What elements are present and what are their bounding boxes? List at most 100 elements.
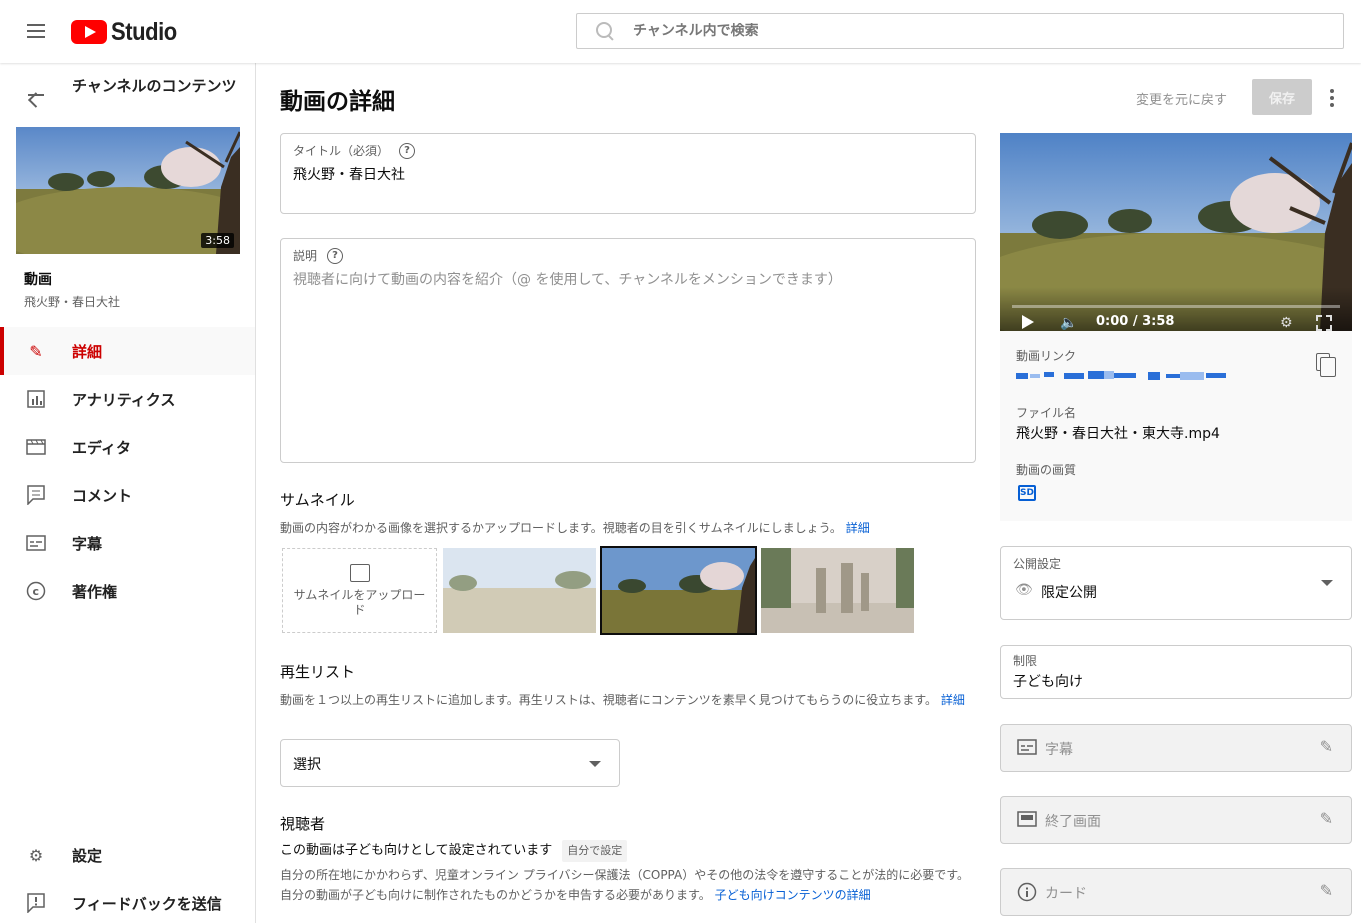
subtitles-icon [1017, 739, 1037, 759]
editor-icon [24, 435, 48, 459]
edit-pencil-icon[interactable]: ✎ [1320, 809, 1333, 828]
description-field-label: 説明? [293, 247, 344, 264]
sidebar-item-comments[interactable]: コメント [0, 471, 255, 519]
thumbnail-options: サムネイルをアップロード [282, 546, 920, 635]
search-bar[interactable] [576, 13, 1344, 49]
sidebar-item-details[interactable]: ✎ 詳細 [0, 327, 255, 375]
comment-icon [24, 483, 48, 507]
visibility-value: 限定公開 [1041, 585, 1097, 601]
page-title: 動画の詳細 [280, 89, 395, 115]
self-set-badge: 自分で設定 [562, 840, 628, 862]
volume-icon[interactable]: 🔈 [1060, 315, 1077, 331]
studio-logo[interactable]: Studio [71, 18, 186, 46]
thumbnail-learn-more-link[interactable]: 詳細 [846, 521, 870, 535]
playlist-section-title: 再生リスト [280, 663, 356, 681]
sidebar-item-subtitles[interactable]: 字幕 [0, 519, 255, 567]
visibility-select[interactable]: 公開設定 👁 限定公開 [1000, 546, 1352, 620]
sidebar-nav: ✎ 詳細 アナリティクス エディタ コメント 字幕 c 著作権 [0, 327, 255, 615]
edit-pencil-icon[interactable]: ✎ [1320, 881, 1333, 900]
svg-text:c: c [33, 585, 40, 598]
search-icon [595, 21, 615, 41]
thumbnail-option-2-selected[interactable] [600, 546, 757, 635]
playlist-learn-more-link[interactable]: 詳細 [941, 693, 965, 707]
playlist-select[interactable]: 選択 [280, 739, 620, 787]
sidebar-item-label: 詳細 [72, 342, 103, 361]
save-button[interactable]: 保存 [1252, 79, 1312, 115]
gear-icon: ⚙ [28, 845, 44, 865]
visibility-label: 公開設定 [1013, 557, 1062, 571]
time-display: 0:00 / 3:58 [1096, 314, 1175, 329]
video-thumbnail[interactable]: 3:58 [16, 127, 240, 254]
end-screen-label: 終了画面 [1045, 814, 1101, 830]
end-screen-card[interactable]: 終了画面 ✎ [1000, 796, 1352, 844]
playlist-section-desc: 動画を１つ以上の再生リストに追加します。再生リストは、視聴者にコンテンツを素早く… [280, 693, 965, 707]
channel-content-title[interactable]: チャンネルのコンテンツ [72, 77, 237, 95]
restriction-label: 制限 [1013, 654, 1038, 668]
top-bar: Studio [0, 0, 1361, 63]
sidebar-bottom-nav: ⚙ 設定 フィードバックを送信 [0, 831, 255, 923]
subtitles-label: 字幕 [1045, 742, 1073, 758]
restriction-value: 子ども向け [1013, 674, 1083, 690]
search-input[interactable] [633, 23, 1313, 39]
eye-icon: 👁 [1015, 582, 1033, 598]
sidebar-item-analytics[interactable]: アナリティクス [0, 375, 255, 423]
fullscreen-icon[interactable] [1316, 315, 1332, 331]
audience-section-title: 視聴者 [280, 815, 326, 833]
play-icon[interactable] [1022, 315, 1034, 329]
cards-label: カード [1045, 886, 1087, 902]
kids-content-link[interactable]: 子ども向けコンテンツの詳細 [715, 888, 871, 902]
sidebar-item-label: アナリティクス [72, 390, 176, 409]
thumbnail-option-3[interactable] [761, 548, 914, 633]
help-icon[interactable]: ? [399, 142, 416, 159]
restriction-field[interactable]: 制限 子ども向け [1000, 645, 1352, 699]
sidebar-item-editor[interactable]: エディタ [0, 423, 255, 471]
thumbnail-image [443, 548, 596, 633]
video-label: 動画 [24, 272, 52, 288]
audience-status: この動画は子ども向けとして設定されています 自分で設定 [280, 840, 976, 862]
duration-badge: 3:58 [201, 233, 234, 248]
end-screen-icon [1017, 811, 1037, 831]
help-icon[interactable]: ? [327, 247, 344, 264]
file-name-label: ファイル名 [1016, 406, 1077, 420]
player-settings-icon[interactable]: ⚙ [1280, 315, 1293, 331]
undo-button[interactable]: 変更を元に戻す [1136, 89, 1227, 108]
sidebar-item-copyright[interactable]: c 著作権 [0, 567, 255, 615]
chevron-down-icon [1321, 580, 1333, 586]
title-input[interactable]: 飛火野・春日大社 [293, 164, 405, 184]
menu-icon[interactable] [24, 20, 48, 44]
upload-thumbnail-button[interactable]: サムネイルをアップロード [282, 548, 437, 633]
description-field[interactable]: 説明? 視聴者に向けて動画の内容を紹介（@ を使用して、チャンネルをメンションで… [280, 238, 976, 463]
pencil-icon: ✎ [29, 341, 43, 361]
thumbnail-section-title: サムネイル [280, 491, 355, 509]
thumbnail-image [602, 548, 755, 633]
back-arrow-icon[interactable] [24, 85, 48, 105]
sidebar-item-settings[interactable]: ⚙ 設定 [0, 831, 255, 879]
edit-pencil-icon[interactable]: ✎ [1320, 737, 1333, 756]
file-name-value: 飛火野・春日大社・東大寺.mp4 [1016, 426, 1220, 442]
video-player[interactable]: 🔈 0:00 / 3:58 ⚙ [1000, 133, 1352, 331]
thumbnail-option-1[interactable] [443, 548, 596, 633]
sidebar-item-label: 字幕 [72, 534, 103, 553]
sidebar: チャンネルのコンテンツ 3:58 動画 飛火野・春日大社 ✎ 詳細 アナリティク… [0, 63, 256, 923]
title-field[interactable]: タイトル（必須）? 飛火野・春日大社 [280, 133, 976, 214]
sd-quality-icon: SD [1018, 485, 1036, 501]
feedback-icon [24, 891, 48, 915]
audience-desc: 自分の所在地にかかわらず、児童オンライン プライバシー保護法（COPPA）やその… [280, 868, 970, 902]
more-options-icon[interactable] [1322, 86, 1342, 110]
youtube-logo-icon [71, 20, 107, 44]
sidebar-item-label: フィードバックを送信 [72, 894, 222, 913]
upload-thumbnail-label: サムネイルをアップロード [293, 587, 426, 617]
sidebar-item-label: エディタ [72, 438, 131, 457]
copyright-icon: c [24, 579, 48, 603]
title-field-label: タイトル（必須）? [293, 142, 416, 159]
progress-bar[interactable] [1012, 305, 1340, 308]
cards-card[interactable]: カード ✎ [1000, 868, 1352, 916]
copy-icon[interactable] [1316, 353, 1336, 377]
subtitles-card[interactable]: 字幕 ✎ [1000, 724, 1352, 772]
add-image-icon [349, 563, 370, 582]
description-input[interactable]: 視聴者に向けて動画の内容を紹介（@ を使用して、チャンネルをメンションできます） [293, 269, 842, 289]
video-link[interactable] [1016, 369, 1226, 383]
sidebar-item-feedback[interactable]: フィードバックを送信 [0, 879, 255, 923]
sidebar-item-label: コメント [72, 486, 133, 505]
video-name: 飛火野・春日大社 [24, 295, 121, 309]
